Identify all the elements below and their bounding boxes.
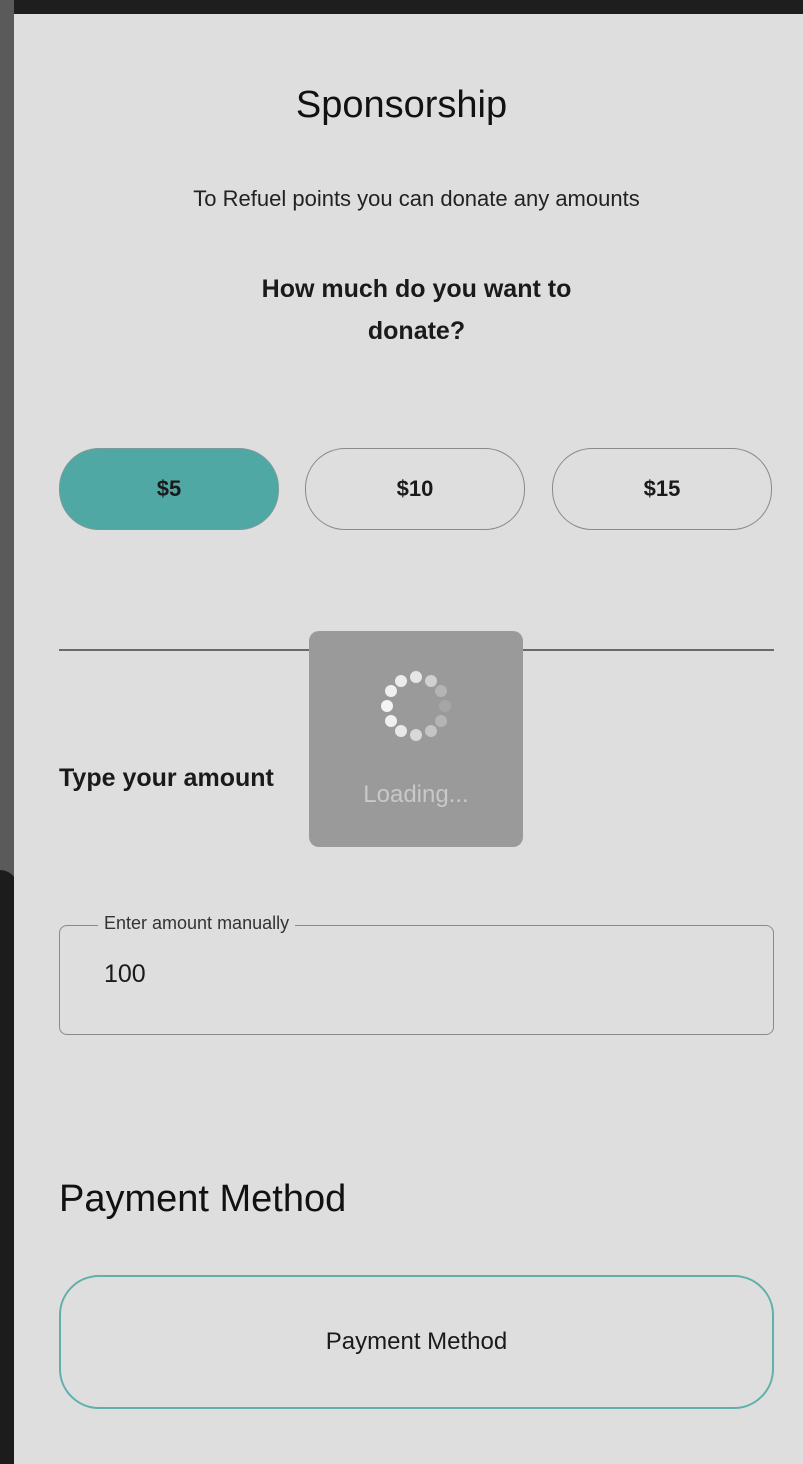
loading-overlay: Loading... <box>309 631 523 847</box>
amount-button-15[interactable]: $15 <box>552 448 772 530</box>
donation-question-line2: donate? <box>367 317 466 345</box>
type-amount-label: Type your amount <box>59 764 274 792</box>
left-edge-strip <box>0 0 14 880</box>
manual-amount-field-label: Enter amount manually <box>98 913 296 934</box>
payment-method-heading: Payment Method <box>59 1178 347 1220</box>
donation-question-line1: How much do you want to <box>261 275 572 303</box>
loading-text: Loading... <box>363 781 469 808</box>
amount-button-10[interactable]: $10 <box>305 448 525 530</box>
payment-method-button[interactable]: Payment Method <box>59 1275 774 1409</box>
donation-question: How much do you want to donate? <box>0 268 803 352</box>
amount-button-5[interactable]: $5 <box>59 448 279 530</box>
manual-amount-input[interactable] <box>104 960 744 989</box>
loading-spinner-icon <box>381 671 451 741</box>
page-subtitle: To Refuel points you can donate any amou… <box>193 186 640 211</box>
manual-amount-field[interactable]: Enter amount manually <box>59 913 774 1035</box>
page-title: Sponsorship <box>295 84 508 126</box>
